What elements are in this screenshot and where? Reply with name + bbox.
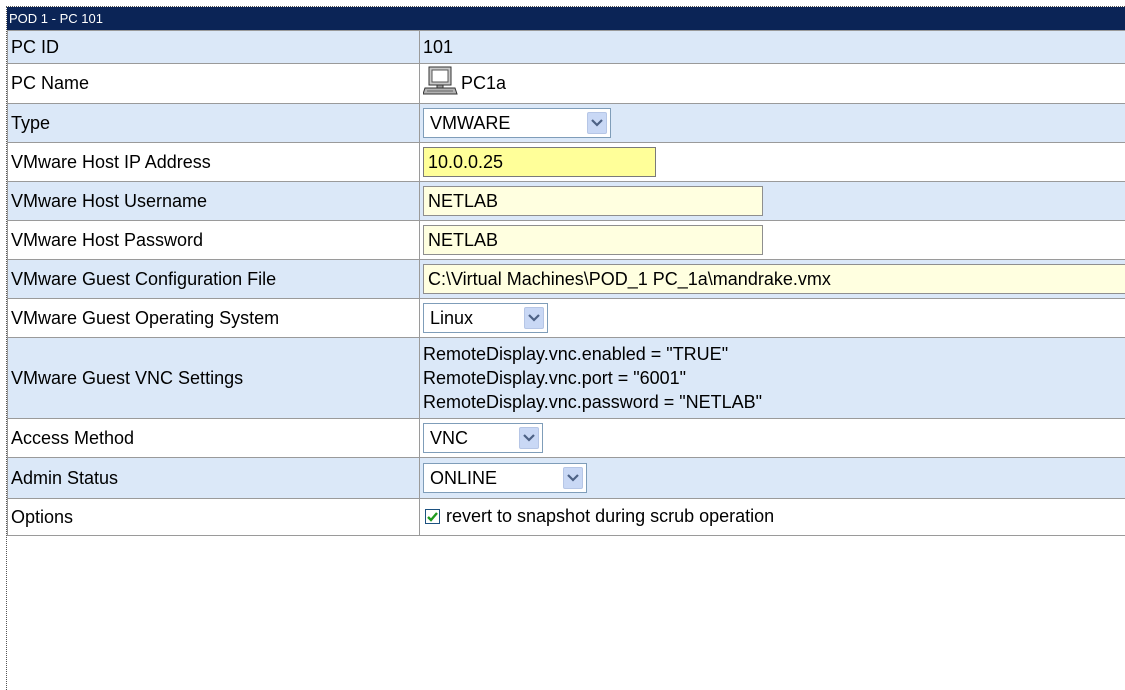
row-guest-os: VMware Guest Operating System Linux <box>7 298 1125 338</box>
row-guest-config: VMware Guest Configuration File C:\Virtu… <box>7 259 1125 299</box>
pc-id-value: 101 <box>419 30 1125 64</box>
pc-name-value-group: PC1a <box>422 66 507 101</box>
host-ip-input[interactable]: 10.0.0.25 <box>423 147 656 177</box>
pc-name-label: PC Name <box>7 63 420 104</box>
guest-vnc-label: VMware Guest VNC Settings <box>7 337 420 419</box>
type-label: Type <box>7 103 420 143</box>
row-host-username: VMware Host Username NETLAB <box>7 181 1125 221</box>
revert-snapshot-checkbox[interactable] <box>425 509 440 524</box>
computer-icon <box>422 66 459 101</box>
access-method-select-value: VNC <box>430 427 469 448</box>
row-type: Type VMWARE <box>7 103 1125 143</box>
options-label: Options <box>7 498 420 536</box>
host-password-input[interactable]: NETLAB <box>423 225 763 255</box>
row-host-ip: VMware Host IP Address 10.0.0.25 <box>7 142 1125 182</box>
row-pc-name: PC Name PC1a <box>7 63 1125 104</box>
type-select[interactable]: VMWARE <box>423 108 611 138</box>
guest-config-input[interactable]: C:\Virtual Machines\POD_1 PC_1a\mandrake… <box>423 264 1125 294</box>
admin-status-select-value: ONLINE <box>430 467 498 488</box>
access-method-label: Access Method <box>7 418 420 458</box>
guest-config-label: VMware Guest Configuration File <box>7 259 420 299</box>
admin-status-select[interactable]: ONLINE <box>423 463 587 493</box>
host-ip-label: VMware Host IP Address <box>7 142 420 182</box>
host-username-label: VMware Host Username <box>7 181 420 221</box>
guest-os-select-value: Linux <box>430 307 474 328</box>
type-select-value: VMWARE <box>430 112 511 133</box>
vnc-setting-line: RemoteDisplay.vnc.enabled = "TRUE" <box>423 344 729 364</box>
vnc-setting-line: RemoteDisplay.vnc.port = "6001" <box>423 368 687 388</box>
check-icon <box>427 512 438 522</box>
chevron-down-icon[interactable] <box>587 112 607 134</box>
row-host-password: VMware Host Password NETLAB <box>7 220 1125 260</box>
pc-name-value: PC1a <box>461 73 507 93</box>
pc-settings-table: PC ID 101 PC Name PC1a Type VMWARE VMwar… <box>7 30 1125 536</box>
admin-status-label: Admin Status <box>7 457 420 499</box>
row-admin-status: Admin Status ONLINE <box>7 457 1125 499</box>
chevron-down-icon[interactable] <box>519 427 539 449</box>
row-access-method: Access Method VNC <box>7 418 1125 458</box>
host-password-label: VMware Host Password <box>7 220 420 260</box>
row-options: Options revert to snapshot during scrub … <box>7 498 1125 536</box>
chevron-down-icon[interactable] <box>524 307 544 329</box>
pc-settings-panel: POD 1 - PC 101 PC ID 101 PC Name PC1a Ty… <box>6 6 1125 690</box>
chevron-down-icon[interactable] <box>563 467 583 489</box>
revert-snapshot-label: revert to snapshot during scrub operatio… <box>446 506 775 526</box>
row-guest-vnc: VMware Guest VNC Settings RemoteDisplay.… <box>7 337 1125 419</box>
guest-os-select[interactable]: Linux <box>423 303 548 333</box>
pc-id-label: PC ID <box>7 30 420 64</box>
guest-os-label: VMware Guest Operating System <box>7 298 420 338</box>
access-method-select[interactable]: VNC <box>423 423 543 453</box>
revert-snapshot-option: revert to snapshot during scrub operatio… <box>423 506 774 527</box>
guest-vnc-settings: RemoteDisplay.vnc.enabled = "TRUE" Remot… <box>423 342 1125 414</box>
vnc-setting-line: RemoteDisplay.vnc.password = "NETLAB" <box>423 392 763 412</box>
panel-title: POD 1 - PC 101 <box>7 7 1125 30</box>
host-username-input[interactable]: NETLAB <box>423 186 763 216</box>
row-pc-id: PC ID 101 <box>7 30 1125 64</box>
